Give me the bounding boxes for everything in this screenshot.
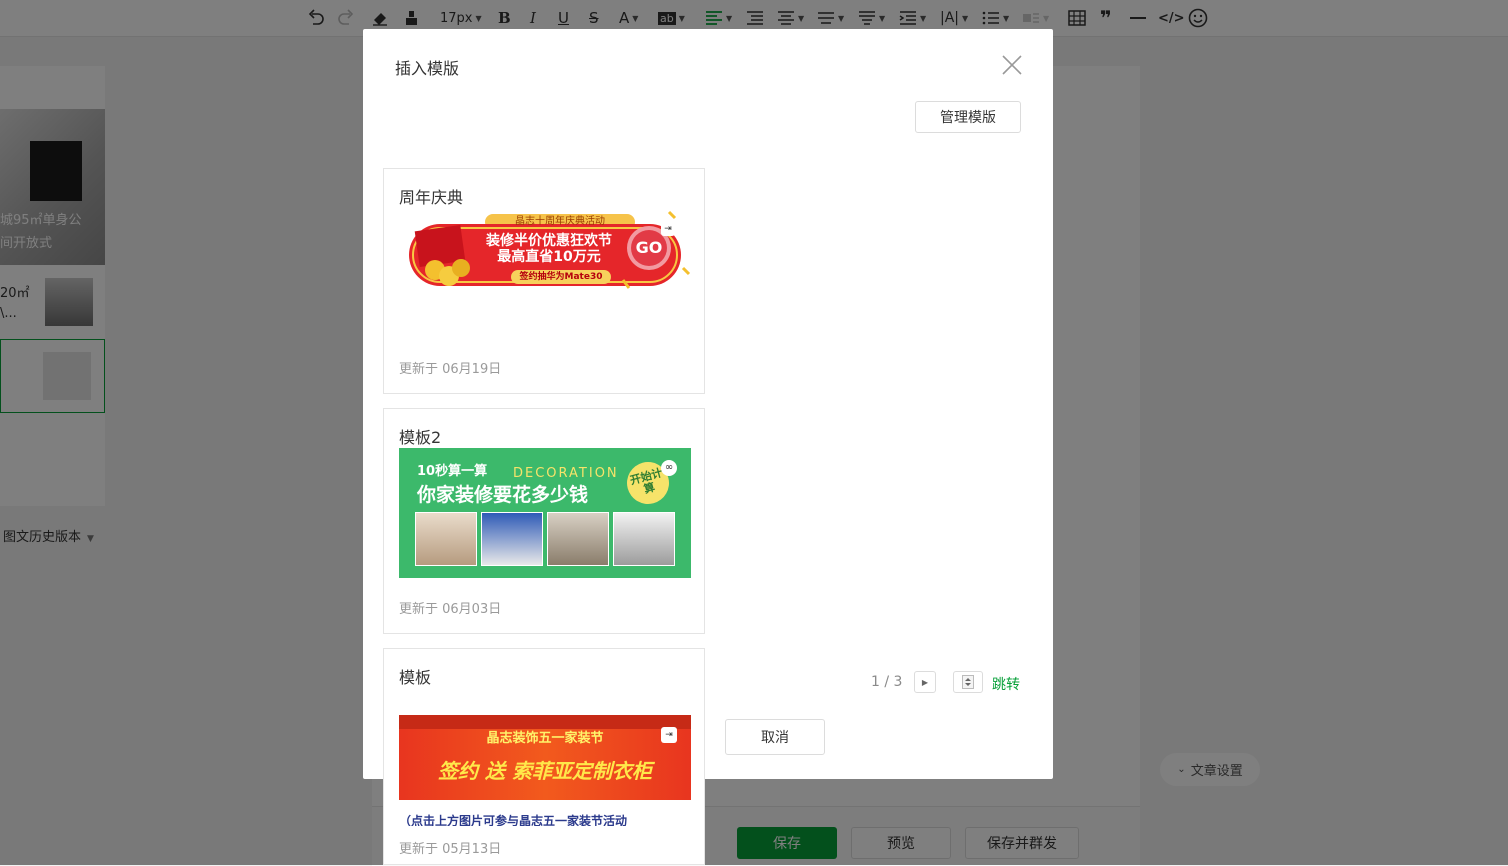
link-icon: ∞ — [661, 460, 677, 476]
template-preview-banner: 晶志十周年庆典活动 装修半价优惠狂欢节 最高直省10万元 签约抽华为Mate30… — [399, 208, 691, 294]
dialog-title: 插入模版 — [395, 59, 460, 78]
template-preview-banner: 10秒算一算 DECORATION 你家装修要花多少钱 开始计算 ∞ — [399, 448, 691, 578]
close-icon[interactable] — [1000, 53, 1024, 77]
template-name: 模板2 — [399, 428, 442, 447]
template-preview-banner: 晶志装饰五一家装节 签约 送 索菲亚定制衣柜 ⇥ — [399, 715, 691, 800]
template-updated-date: 更新于 06月03日 — [399, 602, 502, 617]
link-icon: ⇥ — [661, 727, 677, 743]
link-icon: ⇥ — [664, 224, 672, 234]
template-card[interactable]: 模板2 10秒算一算 DECORATION 你家装修要花多少钱 开始计算 ∞ 更… — [383, 408, 705, 634]
stepper-arrows-icon — [962, 675, 974, 689]
template-name: 模板 — [399, 668, 432, 687]
room-photo — [613, 512, 675, 566]
template-card[interactable]: 模板 晶志装饰五一家装节 签约 送 索菲亚定制衣柜 ⇥ （点击上方图片可参与晶志… — [383, 648, 705, 865]
pagination-count: 1 / 3 — [871, 674, 903, 690]
template-updated-date: 更新于 06月19日 — [399, 362, 502, 377]
template-card[interactable]: 周年庆典 晶志十周年庆典活动 装修半价优惠狂欢节 最高直省10万元 签约抽华为M… — [383, 168, 705, 394]
room-photo — [481, 512, 543, 566]
manage-templates-button[interactable]: 管理模版 — [915, 101, 1021, 133]
template-name: 周年庆典 — [399, 188, 464, 207]
page-number-stepper[interactable] — [953, 671, 983, 693]
template-caption: （点击上方图片可参与晶志五一家装节活动 — [399, 814, 628, 826]
room-photo — [547, 512, 609, 566]
next-page-button[interactable]: ▶ — [914, 671, 936, 693]
template-updated-date: 更新于 05月13日 — [399, 842, 502, 857]
jump-link[interactable]: 跳转 — [992, 674, 1020, 694]
cancel-button[interactable]: 取消 — [725, 719, 825, 755]
room-photo — [415, 512, 477, 566]
